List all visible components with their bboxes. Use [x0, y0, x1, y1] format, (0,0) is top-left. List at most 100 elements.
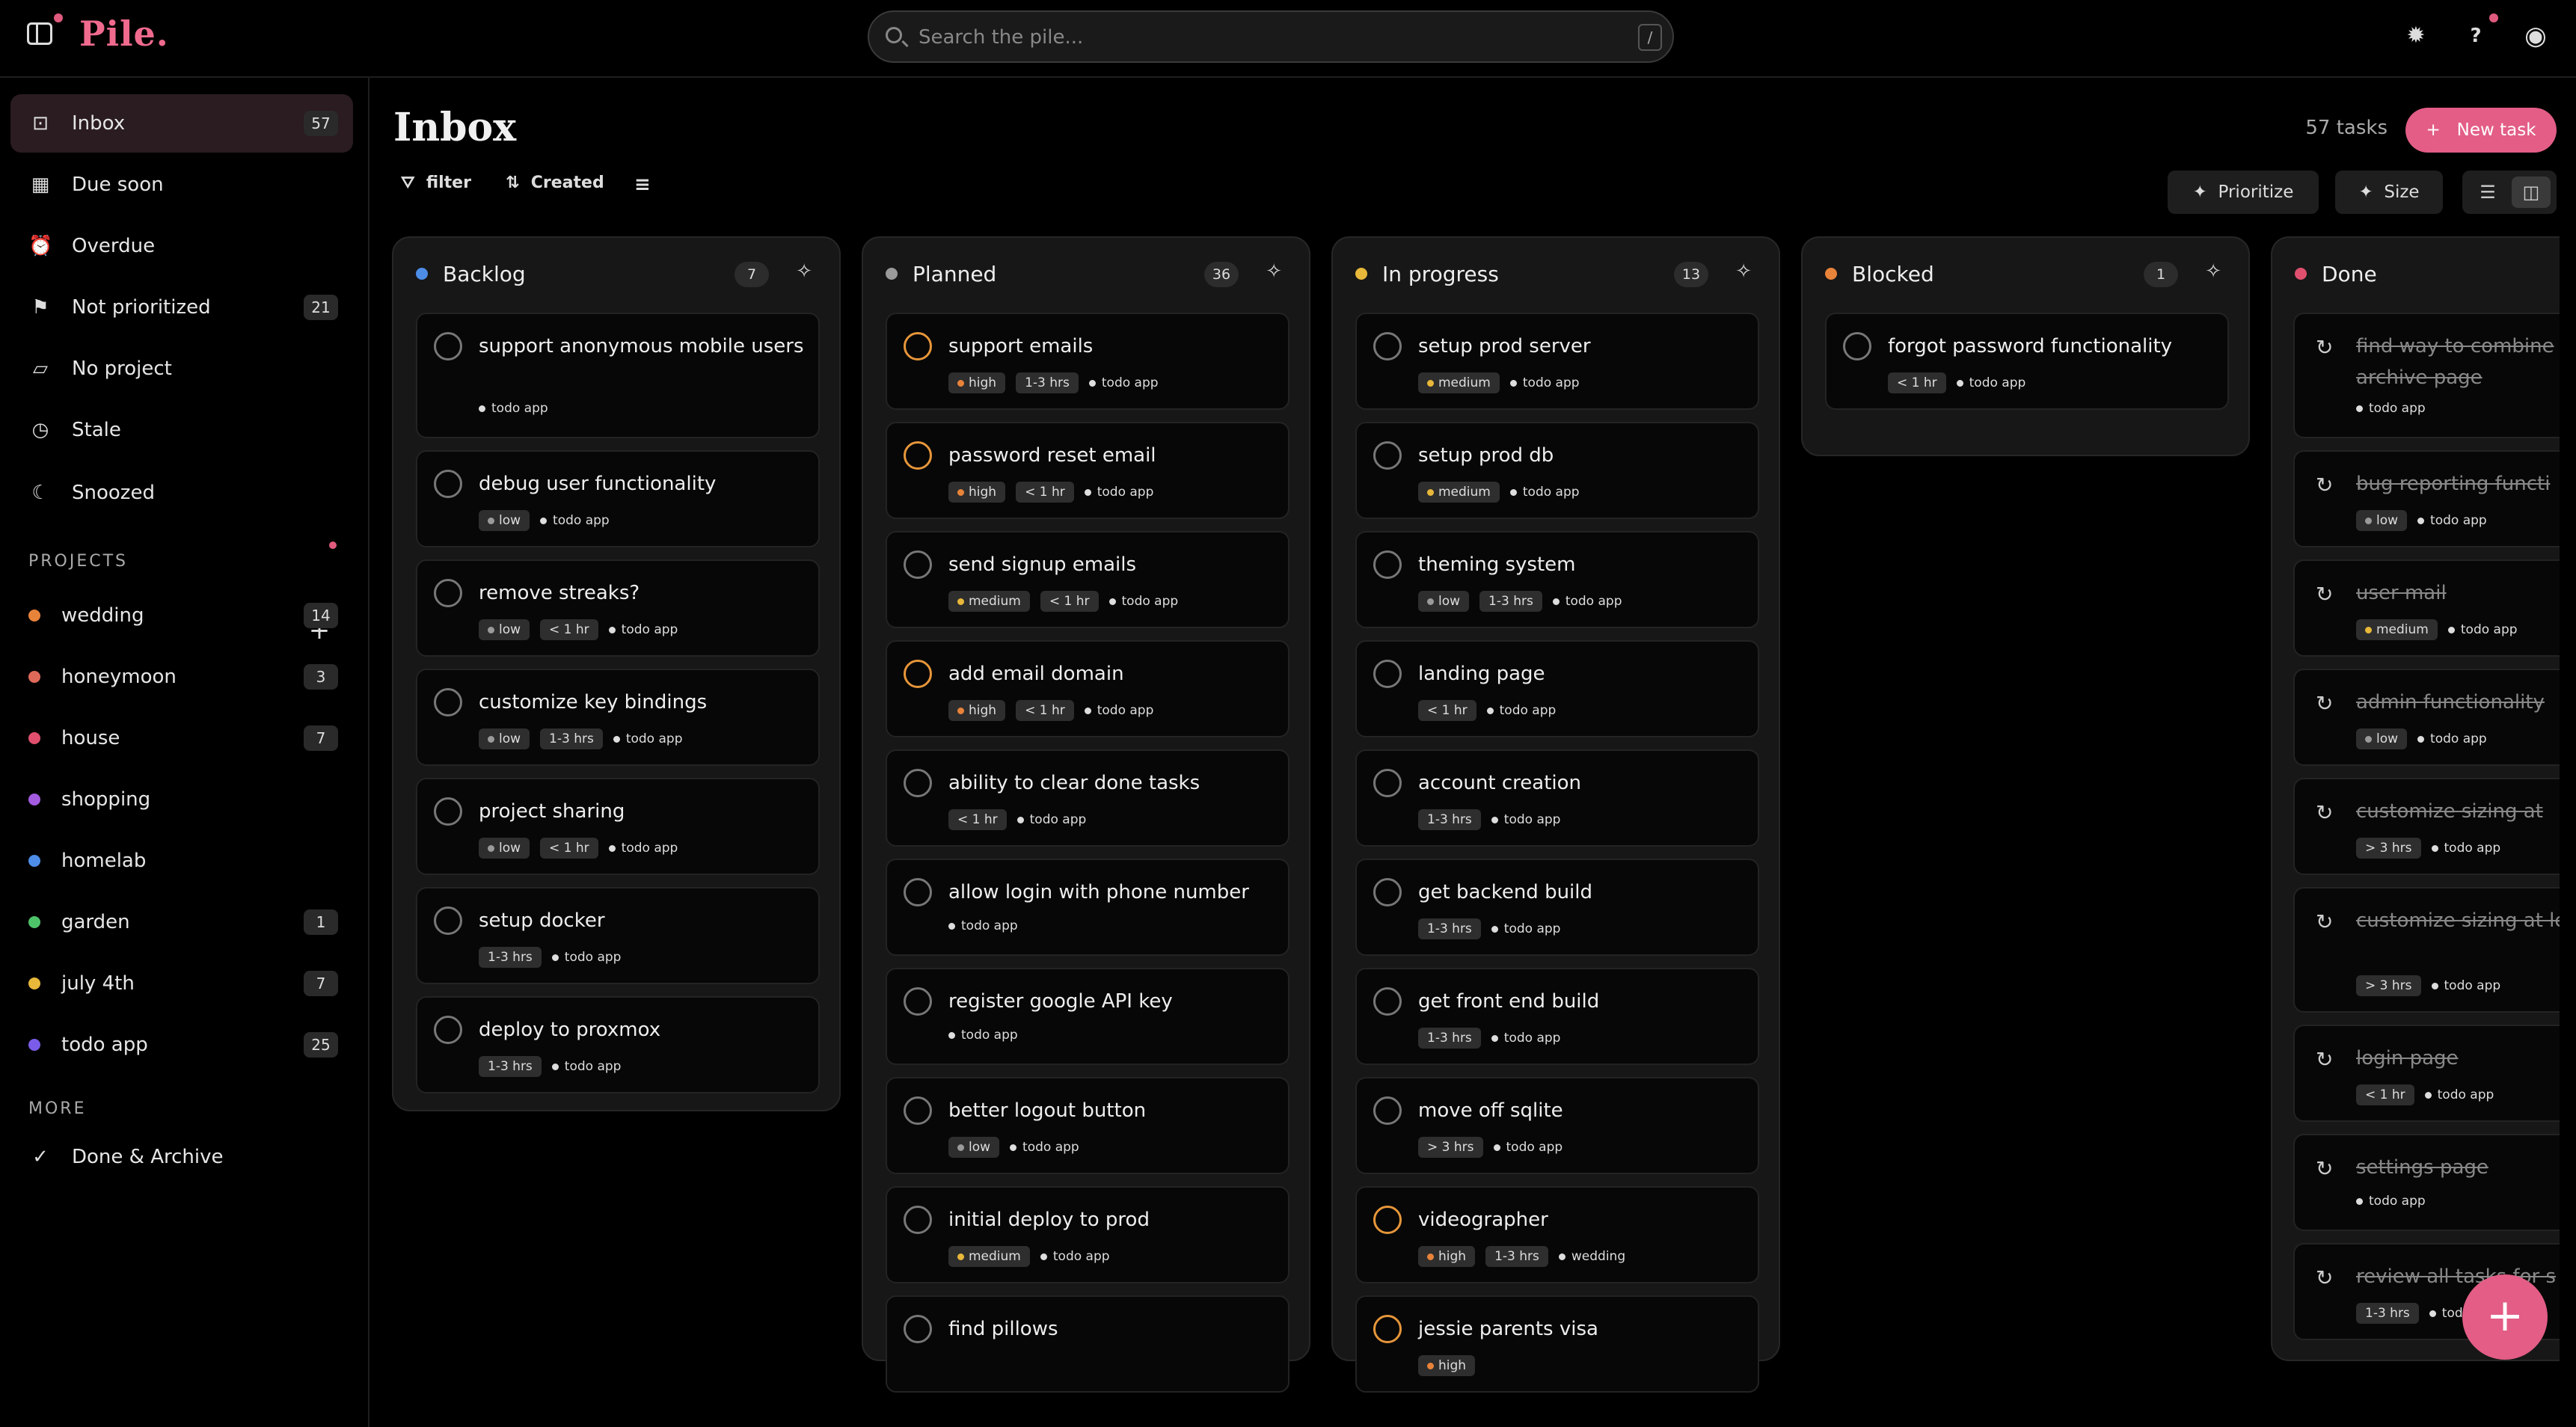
task-card[interactable]: setup prod server medium todo app — [1355, 313, 1759, 410]
sidebar-item-done-archive[interactable]: ✓ Done & Archive — [10, 1128, 353, 1186]
priority-tag[interactable]: low — [1418, 591, 1470, 612]
project-tag[interactable]: todo app — [540, 513, 610, 528]
task-card[interactable]: ↻ settings page todo app — [2293, 1134, 2560, 1231]
size-tag[interactable]: < 1 hr — [1016, 700, 1074, 721]
restore-icon[interactable]: ↻ — [2316, 802, 2338, 824]
project-tag[interactable]: todo app — [2431, 978, 2500, 993]
task-checkbox[interactable] — [1373, 1315, 1402, 1343]
sidebar-project-shopping[interactable]: shopping — [10, 770, 353, 829]
task-card[interactable]: ↻ customize sizing at level > 3 hrs todo ap… — [2293, 887, 2560, 1013]
task-checkbox[interactable] — [904, 1206, 932, 1234]
project-tag[interactable]: todo app — [2447, 622, 2518, 637]
priority-tag[interactable]: low — [479, 838, 530, 859]
task-checkbox[interactable] — [1373, 441, 1402, 470]
sidebar-item-snoozed[interactable]: ☾ Snoozed — [10, 464, 353, 522]
task-card[interactable]: jessie parents visa high — [1355, 1295, 1759, 1393]
task-card[interactable]: get backend build 1-3 hrs todo app — [1355, 859, 1759, 956]
task-card[interactable]: deploy to proxmox 1-3 hrs todo app — [416, 996, 820, 1093]
task-checkbox[interactable] — [1373, 769, 1402, 797]
restore-icon[interactable]: ↻ — [2316, 583, 2338, 606]
project-tag[interactable]: todo app — [2431, 841, 2500, 856]
restore-icon[interactable]: ↻ — [2316, 1267, 2338, 1289]
priority-tag[interactable]: medium — [948, 591, 1030, 612]
task-card[interactable]: support emails high 1-3 hrs todo app — [886, 313, 1289, 410]
search-bar[interactable]: / — [868, 10, 1674, 63]
task-checkbox[interactable] — [904, 987, 932, 1016]
priority-tag[interactable]: low — [948, 1137, 1000, 1158]
restore-icon[interactable]: ↻ — [2316, 474, 2338, 497]
filter-button[interactable]: ⛛ filter — [401, 174, 471, 192]
sparkle-icon[interactable]: ✧ — [1266, 260, 1282, 283]
size-tag[interactable]: > 3 hrs — [1418, 1137, 1483, 1158]
priority-tag[interactable]: medium — [1418, 372, 1500, 393]
task-checkbox[interactable] — [1373, 878, 1402, 906]
task-card[interactable]: better logout button low todo app — [886, 1077, 1289, 1174]
task-checkbox[interactable] — [904, 878, 932, 906]
board-view-icon[interactable]: ◫ — [2512, 177, 2551, 208]
sidebar-item-not-prioritized[interactable]: ⚑ Not prioritized 21 — [10, 278, 353, 337]
task-checkbox[interactable] — [434, 579, 462, 607]
priority-tag[interactable]: high — [1418, 1355, 1476, 1376]
priority-tag[interactable]: medium — [948, 1246, 1030, 1267]
size-tag[interactable]: 1-3 hrs — [2356, 1303, 2419, 1324]
project-tag[interactable]: todo app — [1493, 1140, 1563, 1155]
restore-icon[interactable]: ↻ — [2316, 911, 2338, 933]
priority-tag[interactable]: high — [948, 482, 1006, 503]
sidebar-item-no-project[interactable]: ▱ No project — [10, 340, 353, 398]
task-checkbox[interactable] — [904, 1315, 932, 1343]
priority-tag[interactable]: medium — [1418, 482, 1500, 503]
list-view-icon[interactable]: ☰ — [2468, 177, 2507, 208]
sidebar-project-house[interactable]: house 7 — [10, 709, 353, 767]
sort-direction-icon[interactable]: ≡ — [634, 174, 651, 196]
size-tag[interactable]: > 3 hrs — [2356, 838, 2421, 859]
account-icon[interactable]: ◉ — [2521, 21, 2551, 51]
project-tag[interactable]: todo app — [1010, 1140, 1079, 1155]
task-card[interactable]: ↻ customize sizing at > 3 hrs todo app — [2293, 778, 2560, 875]
project-tag[interactable]: todo app — [1509, 485, 1580, 500]
size-tag[interactable]: 1-3 hrs — [1418, 809, 1481, 830]
sidebar-item-stale[interactable]: ◷ Stale — [10, 401, 353, 459]
task-card[interactable]: find pillows — [886, 1295, 1289, 1393]
task-checkbox[interactable] — [434, 688, 462, 716]
task-card[interactable]: ↻ find way to combine archive page todo ap… — [2293, 313, 2560, 438]
project-tag[interactable]: todo app — [948, 918, 1018, 933]
project-tag[interactable]: todo app — [2417, 731, 2487, 746]
priority-tag[interactable]: low — [479, 728, 530, 749]
project-tag[interactable]: todo app — [1491, 812, 1560, 827]
priority-tag[interactable]: low — [2356, 728, 2408, 749]
task-card[interactable]: register google API key todo app — [886, 968, 1289, 1065]
bug-icon[interactable]: ✹ — [2401, 21, 2431, 51]
restore-icon[interactable]: ↻ — [2316, 337, 2338, 359]
priority-tag[interactable]: low — [479, 510, 530, 531]
size-tag[interactable]: 1-3 hrs — [540, 728, 603, 749]
help-icon[interactable]: ? — [2461, 21, 2491, 51]
size-tag[interactable]: 1-3 hrs — [1418, 918, 1481, 939]
task-card[interactable]: ↻ user mail medium todo app — [2293, 559, 2560, 657]
sidebar-item-inbox[interactable]: ⊡ Inbox 57 — [10, 94, 353, 153]
prioritize-button[interactable]: ✦ Prioritize — [2168, 171, 2319, 214]
size-tag[interactable]: 1-3 hrs — [1479, 591, 1542, 612]
task-card[interactable]: send signup emails medium < 1 hr todo app — [886, 531, 1289, 628]
sidebar-project-homelab[interactable]: homelab — [10, 832, 353, 890]
project-tag[interactable]: todo app — [608, 841, 678, 856]
project-tag[interactable]: todo app — [1088, 375, 1159, 390]
task-card[interactable]: debug user functionality low todo app — [416, 450, 820, 547]
size-tag[interactable]: < 1 hr — [540, 838, 598, 859]
project-tag[interactable]: todo app — [551, 950, 621, 965]
project-tag[interactable]: todo app — [1040, 1249, 1110, 1264]
project-tag[interactable]: todo app — [479, 401, 548, 416]
task-checkbox[interactable] — [434, 332, 462, 360]
sidebar-toggle-icon[interactable] — [27, 22, 52, 45]
task-card[interactable]: allow login with phone number todo app — [886, 859, 1289, 956]
search-input[interactable] — [919, 22, 1592, 52]
sidebar-project-wedding[interactable]: wedding 14 — [10, 586, 353, 645]
task-checkbox[interactable] — [1373, 660, 1402, 688]
project-tag[interactable]: todo app — [1509, 375, 1580, 390]
size-tag[interactable]: < 1 hr — [540, 619, 598, 640]
task-card[interactable]: ability to clear done tasks < 1 hr todo ap… — [886, 749, 1289, 847]
project-tag[interactable]: todo app — [608, 622, 678, 637]
project-tag[interactable]: todo app — [1491, 921, 1560, 936]
size-tag[interactable]: < 1 hr — [1016, 482, 1074, 503]
task-card[interactable]: landing page < 1 hr todo app — [1355, 640, 1759, 737]
task-checkbox[interactable] — [904, 332, 932, 360]
